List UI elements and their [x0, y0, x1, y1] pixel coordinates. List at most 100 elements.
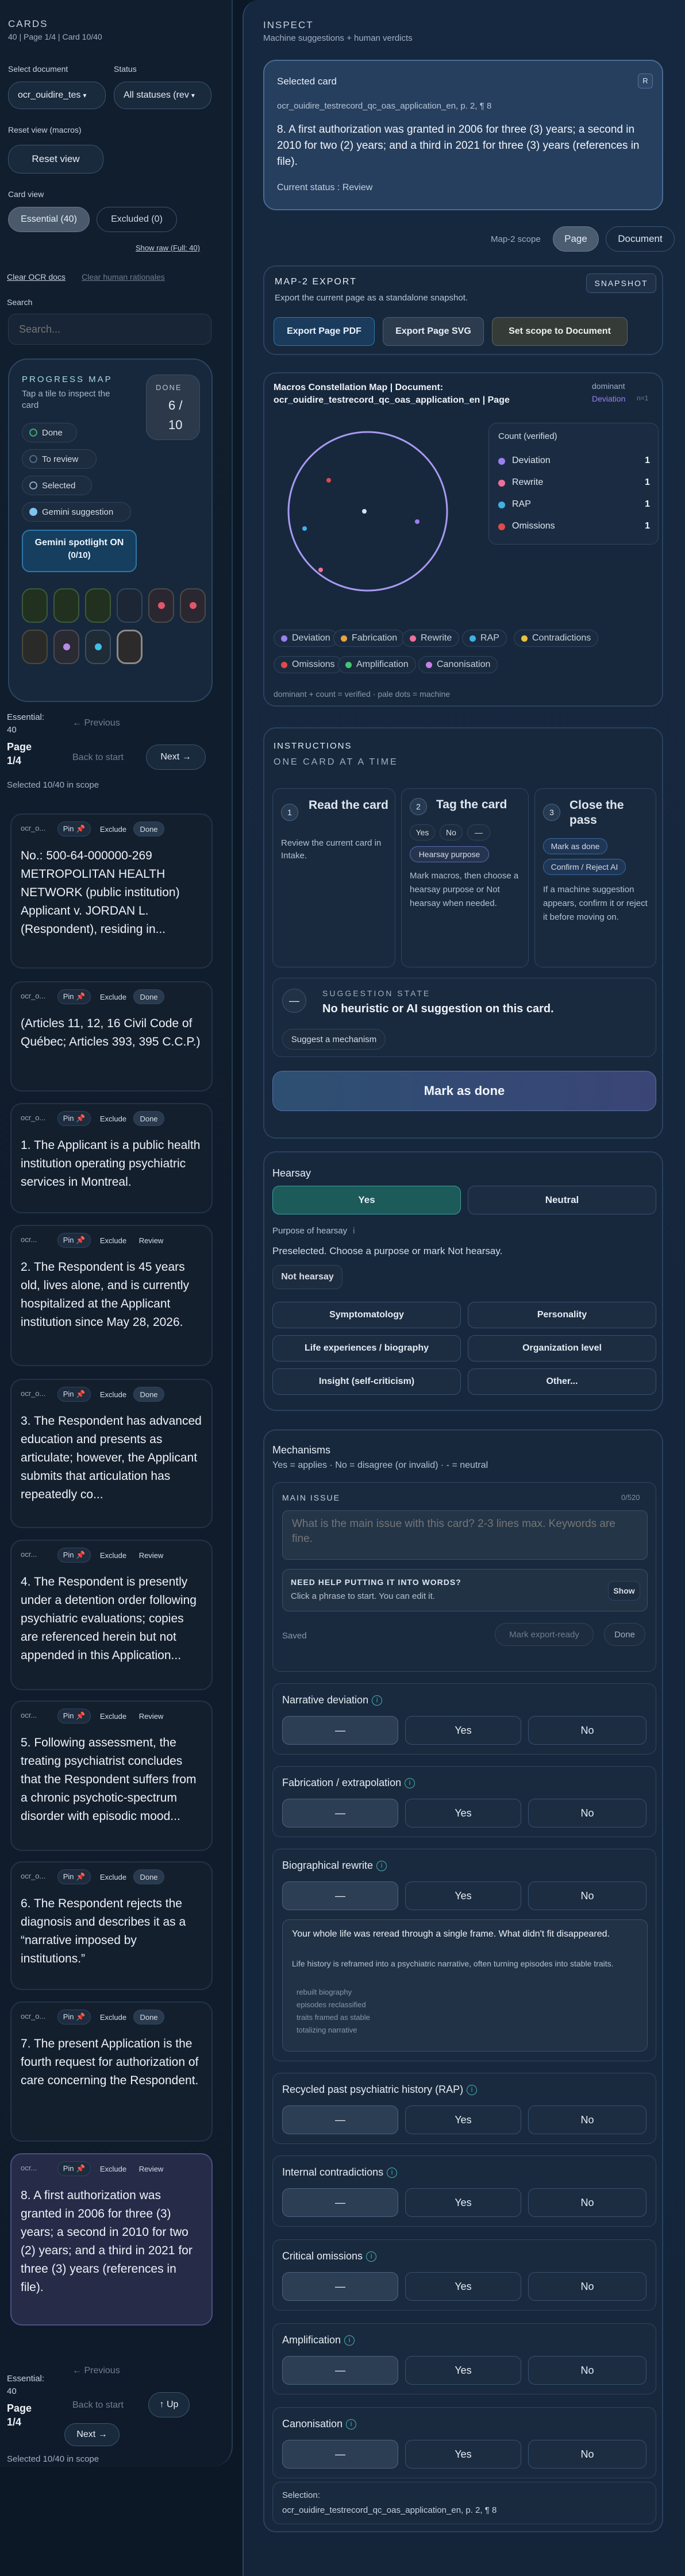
up-button[interactable]: ↑ Up	[148, 2392, 190, 2417]
pin-button[interactable]: Pin 📌	[57, 1387, 91, 1402]
card-item[interactable]: ocr... Pin 📌 Exclude Review 8. A first autho…	[10, 2153, 213, 2326]
mechanism-neutral[interactable]: —	[282, 2105, 398, 2134]
pin-button[interactable]: Pin 📌	[57, 2010, 91, 2024]
mechanism-no[interactable]: No	[528, 1881, 646, 1910]
done-button[interactable]: Done	[604, 1623, 645, 1646]
pin-button[interactable]: Pin 📌	[57, 989, 91, 1004]
mechanism-neutral[interactable]: —	[282, 1799, 398, 1827]
card-item[interactable]: ocr... Pin 📌 Exclude Review 5. Following ass…	[10, 1700, 213, 1851]
card-item[interactable]: ocr_o... Pin 📌 Exclude Done 3. The Responden…	[10, 1379, 213, 1528]
exclude-button[interactable]: Exclude	[93, 1548, 133, 1563]
scope-page-button[interactable]: Page	[553, 226, 599, 252]
pin-button[interactable]: Pin 📌	[57, 1709, 91, 1723]
pin-button[interactable]: Pin 📌	[57, 822, 91, 836]
exclude-button[interactable]: Exclude	[93, 822, 133, 836]
export-pdf-button[interactable]: Export Page PDF	[274, 317, 375, 346]
progress-tile[interactable]	[22, 630, 48, 664]
tab-essential[interactable]: Essential (40)	[8, 207, 90, 232]
progress-tile[interactable]	[85, 630, 111, 664]
progress-tile[interactable]	[148, 588, 174, 623]
mechanism-no[interactable]: No	[528, 2105, 646, 2134]
hearsay-purpose-option[interactable]: Life experiences / biography	[272, 1335, 461, 1362]
mechanism-no[interactable]: No	[528, 2356, 646, 2385]
card-item[interactable]: ocr... Pin 📌 Exclude Review 2. The Responden…	[10, 1225, 213, 1366]
main-issue-input[interactable]	[282, 1510, 648, 1560]
mechanism-yes[interactable]: Yes	[405, 2440, 521, 2469]
back-to-start-button[interactable]: Back to start	[72, 753, 124, 763]
progress-tile[interactable]	[22, 588, 48, 623]
clear-ocr-link[interactable]: Clear OCR docs	[7, 272, 66, 281]
search-input[interactable]	[8, 314, 211, 345]
pin-button[interactable]: Pin 📌	[57, 1548, 91, 1563]
mechanism-neutral[interactable]: —	[282, 2356, 398, 2385]
mark-as-done-button[interactable]: Mark as done	[272, 1071, 656, 1111]
mechanism-yes[interactable]: Yes	[405, 2188, 521, 2217]
mechanism-neutral[interactable]: —	[282, 2272, 398, 2301]
mechanism-no[interactable]: No	[528, 1799, 646, 1827]
hearsay-purpose-option[interactable]: Other...	[468, 1368, 656, 1395]
mechanism-no[interactable]: No	[528, 2440, 646, 2469]
document-select[interactable]: ocr_ouidire_tes ▾	[8, 82, 106, 109]
mechanism-yes[interactable]: Yes	[405, 1881, 521, 1910]
mark-export-ready-button[interactable]: Mark export-ready	[495, 1623, 594, 1646]
card-item[interactable]: ocr_o... Pin 📌 Exclude Done No.: 500-64-0000…	[10, 813, 213, 969]
mechanism-neutral[interactable]: —	[282, 1881, 398, 1910]
reset-view-button[interactable]: Reset view	[8, 145, 103, 173]
card-item[interactable]: ocr_o... Pin 📌 Exclude Done 7. The present A…	[10, 2002, 213, 2142]
pin-button[interactable]: Pin 📌	[57, 1111, 91, 1126]
clear-human-link[interactable]: Clear human rationales	[82, 272, 165, 281]
card-item[interactable]: ocr_o... Pin 📌 Exclude Done 6. The Responden…	[10, 1861, 213, 1990]
pin-button[interactable]: Pin 📌	[57, 2161, 91, 2176]
exclude-button[interactable]: Exclude	[93, 2010, 133, 2024]
show-help-button[interactable]: Show	[608, 1581, 640, 1601]
suggest-mechanism-button[interactable]: Suggest a mechanism	[282, 1029, 386, 1050]
tab-excluded[interactable]: Excluded (0)	[97, 207, 177, 232]
hearsay-purpose-option[interactable]: Symptomatology	[272, 1302, 461, 1328]
set-scope-document-button[interactable]: Set scope to Document	[492, 317, 628, 346]
progress-tile[interactable]	[180, 588, 206, 623]
next-button[interactable]: Next →	[146, 745, 206, 770]
progress-tile[interactable]	[85, 588, 111, 623]
exclude-button[interactable]: Exclude	[93, 1111, 133, 1126]
mechanism-yes[interactable]: Yes	[405, 2105, 521, 2134]
gemini-spotlight-button[interactable]: Gemini spotlight ON (0/10)	[22, 530, 137, 572]
mechanism-no[interactable]: No	[528, 1716, 646, 1745]
exclude-button[interactable]: Exclude	[93, 1709, 133, 1723]
progress-tile[interactable]	[53, 630, 79, 664]
export-svg-button[interactable]: Export Page SVG	[383, 317, 484, 346]
exclude-button[interactable]: Exclude	[93, 1869, 133, 1884]
show-raw-link[interactable]: Show raw (Full: 40)	[136, 244, 200, 252]
mechanism-no[interactable]: No	[528, 2188, 646, 2217]
hearsay-purpose-option[interactable]: Organization level	[468, 1335, 656, 1362]
mechanism-no[interactable]: No	[528, 2272, 646, 2301]
mechanism-yes[interactable]: Yes	[405, 1716, 521, 1745]
hearsay-purpose-option[interactable]: Personality	[468, 1302, 656, 1328]
not-hearsay-button[interactable]: Not hearsay	[272, 1265, 342, 1289]
progress-tile-selected[interactable]	[117, 630, 143, 664]
mechanism-yes[interactable]: Yes	[405, 2272, 521, 2301]
card-item[interactable]: ocr_o... Pin 📌 Exclude Done (Articles 11, 12…	[10, 981, 213, 1092]
back-to-start-button[interactable]: Back to start	[72, 2400, 124, 2411]
previous-button[interactable]: ← Previous	[72, 718, 120, 728]
mechanism-yes[interactable]: Yes	[405, 2356, 521, 2385]
next-button[interactable]: Next →	[64, 2423, 120, 2446]
pin-button[interactable]: Pin 📌	[57, 1869, 91, 1884]
mechanism-neutral[interactable]: —	[282, 1716, 398, 1745]
exclude-button[interactable]: Exclude	[93, 1387, 133, 1402]
card-item[interactable]: ocr_o... Pin 📌 Exclude Done 1. The Applicant…	[10, 1103, 213, 1213]
mechanism-yes[interactable]: Yes	[405, 1799, 521, 1827]
exclude-button[interactable]: Exclude	[93, 2161, 133, 2176]
mechanism-neutral[interactable]: —	[282, 2440, 398, 2469]
hearsay-neutral[interactable]: Neutral	[468, 1186, 656, 1214]
card-item[interactable]: ocr... Pin 📌 Exclude Review 4. The Responden…	[10, 1540, 213, 1690]
hearsay-yes[interactable]: Yes	[272, 1186, 461, 1214]
progress-tile[interactable]	[53, 588, 79, 623]
status-select[interactable]: All statuses (rev ▾	[114, 82, 211, 109]
previous-button[interactable]: ← Previous	[72, 2366, 120, 2376]
hearsay-purpose-option[interactable]: Insight (self-criticism)	[272, 1368, 461, 1395]
exclude-button[interactable]: Exclude	[93, 1233, 133, 1248]
scope-document-button[interactable]: Document	[606, 226, 675, 252]
exclude-button[interactable]: Exclude	[93, 989, 133, 1004]
pin-button[interactable]: Pin 📌	[57, 1233, 91, 1248]
progress-tile[interactable]	[117, 588, 143, 623]
